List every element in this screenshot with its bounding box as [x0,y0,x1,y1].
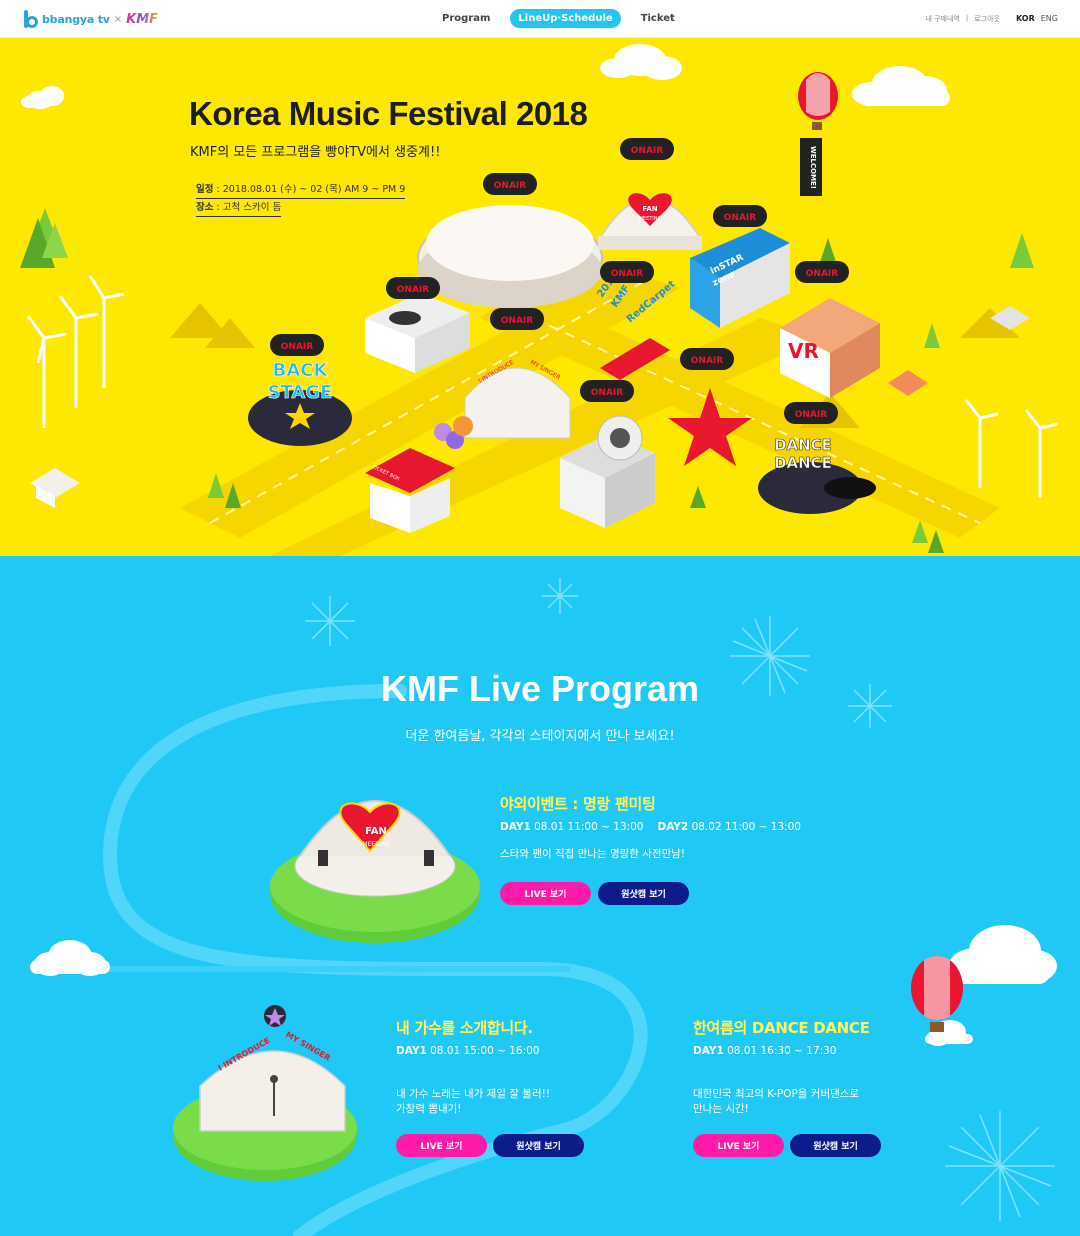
stage-meeting-sign: MEETING [362,841,390,848]
lang-eng[interactable]: ENG [1041,14,1058,23]
stage-fan-sign: FAN [365,826,387,837]
lang-kor[interactable]: KOR [1016,14,1035,23]
nav-lineup-schedule[interactable]: LineUp·Schedule [510,9,621,28]
hero-banner: FAN MEETING inSTAR zone VR 2018 KMF RedC… [0,38,1080,556]
main-nav: Program LineUp·Schedule Ticket [434,9,683,28]
program-desc-line: 스타와 팬이 직접 만나는 명랑한 사전만남! [500,848,686,860]
dance-sign-1: DANCE [774,436,832,454]
kmf-logo: KMF [126,11,159,27]
onair-sign: ONAIR [397,285,429,295]
program-desc-my-singer: 내 가수 노래는 내가 제일 잘 불러!! 가창력 뽐내기! [396,1087,550,1117]
singer-stage-illustration: I INTRODUCE MY SINGER [173,1005,357,1181]
util-divider: | [965,14,969,22]
one-shot-cam-button[interactable]: 원샷캠 보기 [598,882,689,905]
program-title-my-singer: 내 가수를 소개합니다. [396,1019,533,1037]
onair-sign: ONAIR [281,342,313,352]
program-desc-dance-dance: 대한민국 최고의 K-POP을 커버댄스로 만나는 시간! [693,1087,859,1117]
day1-label: DAY1 [693,1045,724,1057]
day2-label: DAY2 [657,821,689,833]
onair-sign: ONAIR [806,269,838,279]
schedule-row: 일정 : 2018.08.01 (수) ~ 02 (목) AM 9 ~ PM 9 [196,181,406,199]
onair-sign: ONAIR [795,410,827,420]
meeting-sign: MEETING [639,216,662,222]
live-view-button[interactable]: LIVE 보기 [693,1134,784,1157]
fan-sign: FAN [642,205,657,213]
onair-sign: ONAIR [494,181,526,191]
live-view-button[interactable]: LIVE 보기 [500,882,591,905]
day1-label: DAY1 [500,821,531,833]
event-info: 일정 : 2018.08.01 (수) ~ 02 (목) AM 9 ~ PM 9… [196,181,406,217]
one-shot-cam-button[interactable]: 원샷캠 보기 [493,1134,584,1157]
day1-label: DAY1 [396,1045,427,1057]
schedule-label: 일정 [196,184,214,195]
stage-sign: STAGE [268,382,333,403]
onair-sign: ONAIR [691,356,723,366]
onair-sign: ONAIR [501,316,533,326]
day1-time: 08.01 16:30 ~ 17:30 [727,1045,837,1057]
place-label: 장소 [196,202,214,213]
hot-air-balloon-icon [798,72,838,130]
hot-air-balloon-icon [911,956,963,1032]
live-program-section: FAN MEETING I INTRODUCE MY SINGER KMF Li… [0,556,1080,1236]
place-row: 장소 : 고척 스카이 돔 [196,199,282,217]
brand-separator: × [113,13,123,25]
bbangya-logo-icon [24,10,38,28]
place-value: : 고척 스카이 돔 [213,202,282,213]
vr-sign: VR [788,339,819,363]
onair-sign: ONAIR [631,146,663,156]
program-schedule-my-singer: DAY1 08.01 15:00 ~ 16:00 [396,1045,539,1057]
one-shot-cam-button[interactable]: 원샷캠 보기 [790,1134,881,1157]
live-program-subtitle: 더운 한여름날, 각각의 스테이지에서 만나 보세요! [405,729,675,744]
onair-sign: ONAIR [611,269,643,279]
program-schedule-dance-dance: DAY1 08.01 16:30 ~ 17:30 [693,1045,836,1057]
nav-program[interactable]: Program [434,9,498,28]
hero-subtitle: KMF의 모든 프로그램을 빵야TV에서 생중계!! [190,145,441,160]
welcome-sign: WELCOME! [809,146,817,189]
day1-time: 08.01 11:00 ~ 13:00 [534,821,644,833]
brand-logo[interactable]: bbangya tv × KMF [24,7,158,31]
day2-time: 08.02 11:00 ~ 13:00 [691,821,801,833]
program-title-dance-dance: 한여름의 DANCE DANCE [693,1019,870,1037]
top-header: bbangya tv × KMF Program LineUp·Schedule… [0,0,1080,38]
utility-links: 내 구매내역 | 로그아웃 [925,14,1000,24]
onair-sign: ONAIR [591,388,623,398]
live-view-button[interactable]: LIVE 보기 [396,1134,487,1157]
program-desc-line: 내 가수 노래는 내가 제일 잘 불러!! [396,1088,551,1100]
program-title-fan-meeting: 야외이벤트 : 명랑 팬미팅 [500,795,656,813]
fan-meeting-stage-illustration: FAN MEETING [270,800,480,943]
back-sign: BACK [273,360,329,381]
program-desc-line: 만나는 시간! [693,1103,749,1115]
day1-time: 08.01 15:00 ~ 16:00 [430,1045,540,1057]
program-schedule-fan-meeting: DAY1 08.01 11:00 ~ 13:00 DAY2 08.02 11:0… [500,821,801,833]
purchase-history-link[interactable]: 내 구매내역 [925,14,959,24]
live-program-title: KMF Live Program [380,668,700,709]
logout-link[interactable]: 로그아웃 [974,14,1000,24]
schedule-value: : 2018.08.01 (수) ~ 02 (목) AM 9 ~ PM 9 [213,184,406,195]
program-desc-line: 대한민국 최고의 K-POP을 커버댄스로 [693,1088,860,1100]
onair-sign: ONAIR [724,213,756,223]
language-switch: KOR ENG [1016,14,1058,23]
nav-ticket[interactable]: Ticket [633,9,683,28]
brand-name: bbangya tv [42,12,110,26]
program-desc-line: 가창력 뽐내기! [396,1103,462,1115]
program-desc-fan-meeting: 스타와 팬이 직접 만나는 명랑한 사전만남! [500,847,685,862]
hero-title: Korea Music Festival 2018 [189,95,588,132]
dance-sign-2: DANCE [774,454,832,472]
